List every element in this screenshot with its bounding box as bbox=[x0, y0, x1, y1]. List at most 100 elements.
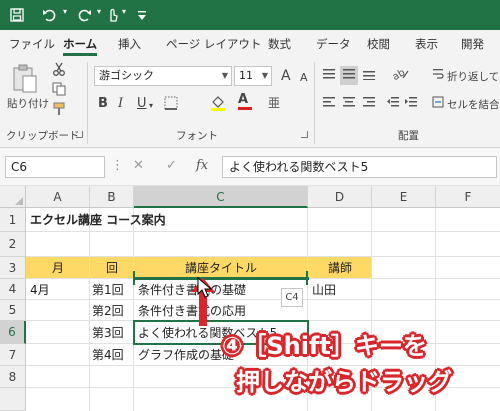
save-icon[interactable] bbox=[10, 5, 24, 27]
decrease-indent-icon[interactable] bbox=[386, 96, 400, 113]
bold-icon[interactable]: B bbox=[98, 96, 108, 112]
column-header-a[interactable]: A bbox=[26, 186, 90, 208]
tab-file[interactable]: ファイル bbox=[9, 36, 55, 52]
tab-page-layout[interactable]: ページ レイアウト bbox=[166, 36, 261, 52]
tab-insert[interactable]: 挿入 bbox=[118, 36, 141, 52]
fill-color-icon[interactable] bbox=[210, 94, 226, 117]
align-top-icon[interactable] bbox=[322, 68, 336, 85]
drag-insert-cap-left bbox=[133, 271, 135, 285]
cell-d3[interactable]: 講師 bbox=[308, 257, 372, 279]
merge-center-button[interactable]: セルを結合 bbox=[447, 97, 500, 112]
tab-developer[interactable]: 開発 bbox=[461, 36, 484, 52]
cell-b4[interactable]: 第1回 bbox=[92, 279, 124, 301]
align-left-icon[interactable] bbox=[322, 96, 336, 113]
shrink-font-icon[interactable]: A bbox=[300, 70, 308, 86]
active-tab-indicator bbox=[63, 53, 97, 56]
column-header-f[interactable]: F bbox=[436, 186, 500, 208]
underline-icon[interactable]: U bbox=[137, 96, 147, 112]
row-header-1[interactable]: 1 bbox=[0, 208, 26, 232]
touch-caret-icon[interactable]: ▾ bbox=[122, 7, 126, 16]
instruction-callout-line1: ④［Shift］キーを bbox=[222, 332, 427, 360]
group-divider bbox=[314, 62, 315, 144]
cell-d4[interactable]: 山田 bbox=[312, 279, 336, 301]
align-right-icon[interactable] bbox=[362, 96, 376, 113]
name-box[interactable]: C6 bbox=[5, 156, 105, 178]
align-middle-icon[interactable] bbox=[340, 66, 358, 85]
cell-c3[interactable]: 講座タイトル bbox=[134, 257, 308, 279]
borders-icon[interactable] bbox=[164, 96, 178, 115]
row-header-7[interactable]: 7 bbox=[0, 344, 26, 366]
wrap-text-icon[interactable] bbox=[432, 68, 444, 85]
phonetic-icon[interactable]: 亜 bbox=[268, 94, 286, 115]
font-size-combo[interactable]: 11 ▼ bbox=[234, 66, 272, 86]
enter-icon[interactable]: ✓ bbox=[166, 158, 177, 173]
insert-function-icon[interactable]: fx bbox=[196, 158, 208, 173]
cut-icon[interactable] bbox=[52, 62, 66, 81]
formula-input[interactable]: よく使われる関数ベスト5 bbox=[222, 156, 497, 178]
orientation-icon[interactable]: ab bbox=[391, 66, 410, 87]
clipboard-launcher-icon[interactable] bbox=[76, 131, 83, 138]
align-bottom-icon[interactable] bbox=[362, 68, 376, 85]
row-header-8[interactable]: 8 bbox=[0, 366, 26, 388]
font-name-combo[interactable]: 游ゴシック ▼ bbox=[94, 66, 232, 86]
redo-icon[interactable] bbox=[76, 5, 92, 28]
drag-position-tooltip: C4 bbox=[281, 288, 303, 307]
chevron-down-icon[interactable]: ▼ bbox=[262, 67, 268, 85]
row-header-3[interactable]: 3 bbox=[0, 257, 26, 279]
font-group-label: フォント bbox=[176, 130, 218, 142]
svg-text:亜: 亜 bbox=[268, 96, 280, 110]
cell-b3[interactable]: 回 bbox=[90, 257, 134, 279]
name-box-separator-icon: ⋮ bbox=[111, 158, 124, 173]
cell-b7[interactable]: 第4回 bbox=[92, 344, 124, 366]
cell-a1[interactable]: エクセル講座 コース案内 bbox=[30, 209, 166, 231]
format-painter-icon[interactable] bbox=[52, 102, 66, 121]
row-header-2[interactable]: 2 bbox=[0, 232, 26, 257]
row-header-4[interactable]: 4 bbox=[0, 279, 26, 300]
redo-caret-icon[interactable]: ▾ bbox=[97, 7, 101, 16]
cell-b6[interactable]: 第3回 bbox=[92, 322, 124, 344]
touch-mode-icon[interactable] bbox=[106, 5, 120, 28]
align-center-icon[interactable] bbox=[342, 96, 356, 113]
row-header-9[interactable] bbox=[0, 388, 26, 411]
chevron-down-icon[interactable]: ▼ bbox=[222, 67, 228, 85]
copy-icon[interactable] bbox=[52, 82, 66, 101]
group-divider bbox=[87, 62, 88, 144]
increase-indent-icon[interactable] bbox=[404, 96, 418, 113]
font-name-value: 游ゴシック bbox=[99, 69, 154, 82]
paste-button[interactable]: 貼り付け bbox=[7, 96, 49, 111]
gridline bbox=[89, 208, 90, 411]
column-header-c[interactable]: C bbox=[134, 186, 308, 208]
undo-icon[interactable] bbox=[42, 5, 58, 28]
column-header-e[interactable]: E bbox=[372, 186, 436, 208]
tab-view[interactable]: 表示 bbox=[415, 36, 438, 52]
tab-home[interactable]: ホーム bbox=[63, 36, 97, 52]
tab-review[interactable]: 校閲 bbox=[367, 36, 390, 52]
column-header-b[interactable]: B bbox=[90, 186, 134, 208]
column-header-d[interactable]: D bbox=[308, 186, 372, 208]
font-launcher-icon[interactable] bbox=[301, 131, 308, 138]
tab-data[interactable]: データ bbox=[316, 36, 351, 52]
font-color-glyph: A bbox=[238, 92, 249, 107]
wrap-text-button[interactable]: 折り返して bbox=[447, 69, 499, 84]
cell-a3[interactable]: 月 bbox=[26, 257, 90, 279]
italic-icon[interactable]: I bbox=[118, 96, 123, 112]
cell-c7[interactable]: グラフ作成の基礎 bbox=[138, 344, 234, 366]
font-color-icon[interactable]: A bbox=[238, 92, 252, 110]
customize-qat-icon[interactable] bbox=[137, 5, 147, 27]
paste-icon[interactable] bbox=[12, 64, 38, 99]
gridline bbox=[26, 231, 500, 232]
font-size-value: 11 bbox=[239, 69, 253, 82]
merge-center-icon[interactable] bbox=[432, 96, 444, 113]
undo-caret-icon[interactable]: ▾ bbox=[63, 7, 67, 16]
row-header-5[interactable]: 5 bbox=[0, 300, 26, 321]
gridline bbox=[133, 208, 134, 411]
row-header-6[interactable]: 6 bbox=[0, 321, 26, 344]
tab-formulas[interactable]: 数式 bbox=[268, 36, 291, 52]
cell-a4[interactable]: 4月 bbox=[30, 279, 50, 301]
underline-caret-icon[interactable]: ▾ bbox=[149, 98, 153, 114]
grow-font-icon[interactable]: A bbox=[281, 68, 291, 84]
instruction-callout-line2: 押しながらドラッグ bbox=[236, 368, 452, 396]
cancel-icon[interactable]: ✕ bbox=[133, 158, 144, 173]
title-bar: ▾ ▾ ▾ bbox=[0, 0, 500, 30]
cell-b5[interactable]: 第2回 bbox=[92, 300, 124, 322]
